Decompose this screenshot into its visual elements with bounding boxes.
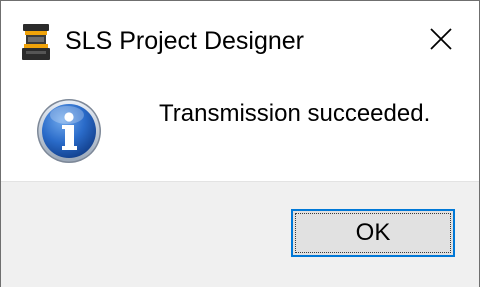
message-text: Transmission succeeded. <box>159 100 431 127</box>
dialog-content: Transmission succeeded. <box>1 81 479 181</box>
info-icon <box>36 98 102 164</box>
ok-button-label: OK <box>355 219 391 246</box>
title-bar[interactable]: SLS Project Designer <box>1 1 479 81</box>
close-button[interactable] <box>415 15 467 67</box>
close-icon <box>429 27 453 56</box>
sls-scanner-icon <box>20 23 52 63</box>
window-title: SLS Project Designer <box>65 27 305 55</box>
message-dialog: SLS Project Designer Transmission succee… <box>0 0 480 287</box>
button-bar: OK <box>1 181 479 287</box>
ok-button[interactable]: OK <box>291 209 455 257</box>
